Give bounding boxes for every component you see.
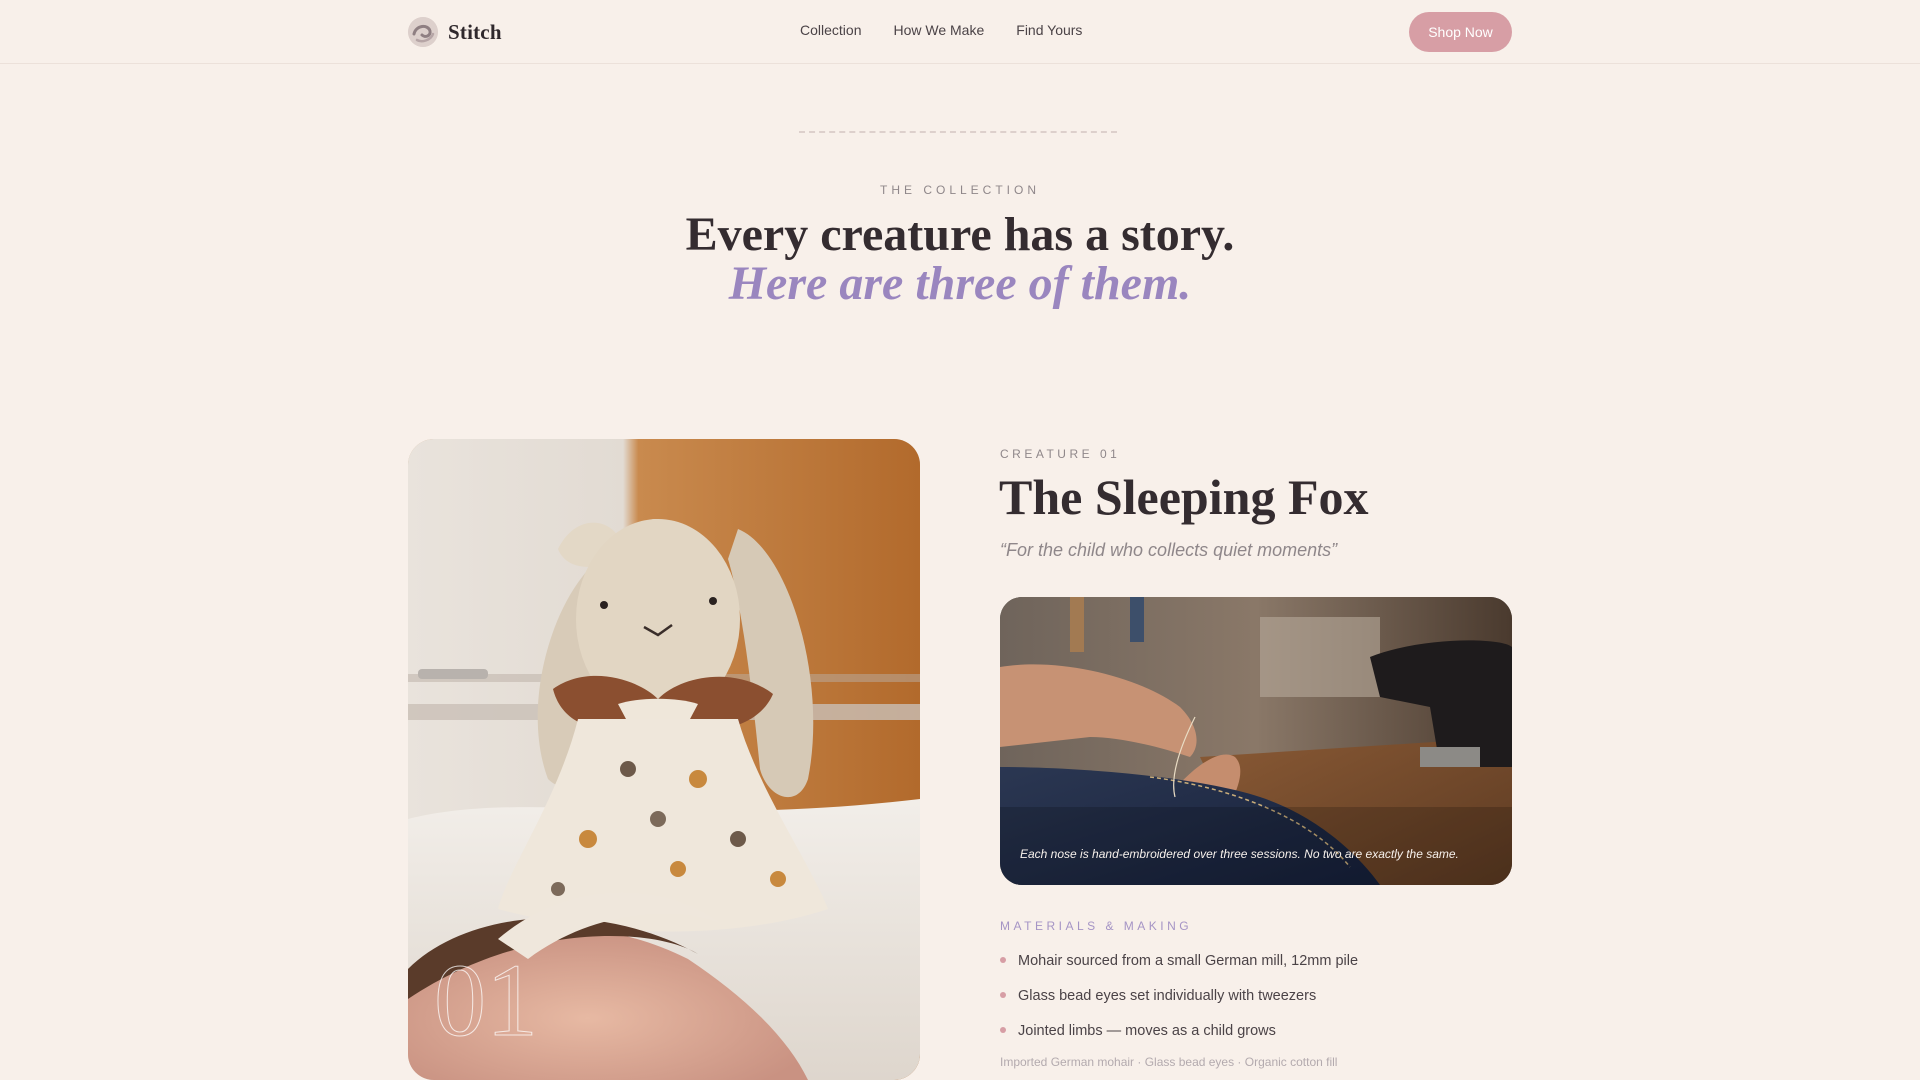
brand-logo[interactable]: Stitch	[408, 17, 502, 47]
brand-name: Stitch	[448, 19, 502, 44]
creature-number: 01	[434, 943, 539, 1058]
list-item: Glass bead eyes set individually with tw…	[1000, 986, 1358, 1021]
bullet-dot-icon	[1000, 1027, 1006, 1033]
creature-quote: “For the child who collects quiet moment…	[1000, 540, 1338, 560]
nav-links: Collection How We Make Find Yours	[800, 22, 1082, 38]
material-tags: Imported German mohair · Glass bead eyes…	[1000, 1055, 1338, 1069]
materials-list: Mohair sourced from a small German mill,…	[1000, 951, 1358, 1056]
section-eyebrow: THE COLLECTION	[879, 183, 1040, 197]
creature-photo: 01	[408, 439, 920, 1080]
shop-now-button[interactable]: Shop Now	[1409, 12, 1512, 52]
sewing-photo-caption: Each nose is hand-embroidered over three…	[1020, 847, 1459, 861]
hero-title: Every creature has a story.	[685, 208, 1235, 261]
list-item: Mohair sourced from a small German mill,…	[1000, 951, 1358, 986]
material-text: Glass bead eyes set individually with tw…	[1018, 988, 1317, 1004]
hero-subtitle: Here are three of them.	[728, 257, 1192, 310]
nav-link-how-we-make[interactable]: How We Make	[893, 22, 984, 38]
list-item: Jointed limbs — moves as a child grows	[1000, 1021, 1358, 1056]
material-text: Jointed limbs — moves as a child grows	[1018, 1023, 1276, 1039]
nav-link-find-yours[interactable]: Find Yours	[1016, 22, 1082, 38]
creature-label: CREATURE 01	[1000, 447, 1121, 461]
top-nav: Stitch Collection How We Make Find Yours…	[0, 0, 1920, 64]
sewing-photo: Each nose is hand-embroidered over three…	[1000, 597, 1512, 885]
bullet-dot-icon	[1000, 957, 1006, 963]
swirl-logo-icon	[408, 17, 438, 47]
dashed-divider	[799, 131, 1117, 133]
nav-link-collection[interactable]: Collection	[800, 22, 861, 38]
materials-label: MATERIALS & MAKING	[1000, 919, 1193, 933]
material-text: Mohair sourced from a small German mill,…	[1018, 953, 1359, 969]
bullet-dot-icon	[1000, 992, 1006, 998]
creature-title: The Sleeping Fox	[999, 469, 1369, 525]
